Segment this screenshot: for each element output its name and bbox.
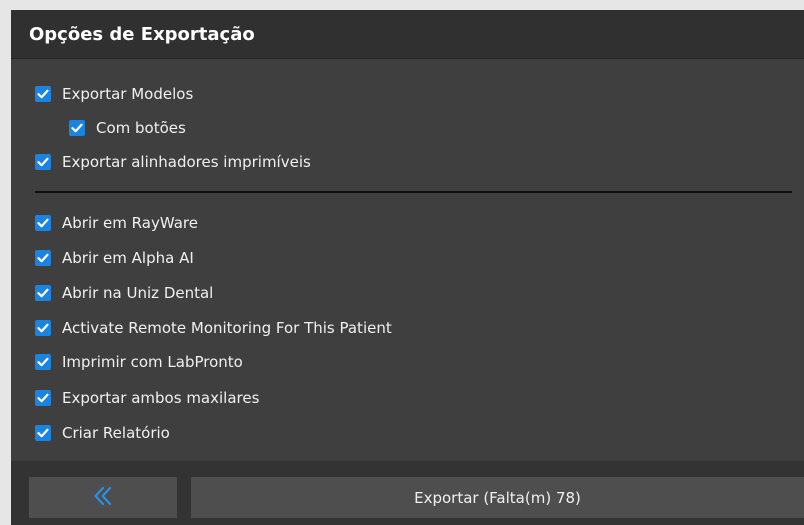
option-label: Abrir em RayWare [62, 214, 198, 232]
back-button[interactable] [29, 477, 177, 518]
section-divider [35, 191, 792, 193]
option-label: Criar Relatório [62, 424, 170, 442]
option-label: Abrir em Alpha AI [62, 249, 194, 267]
option-label: Exportar alinhadores imprimíveis [62, 153, 311, 171]
option-exportar-ambos-maxilares[interactable]: Exportar ambos maxilares [35, 388, 259, 408]
checkbox-checked-icon[interactable] [35, 154, 51, 170]
option-com-botoes[interactable]: Com botões [69, 118, 186, 138]
checkbox-checked-icon[interactable] [35, 285, 51, 301]
checkbox-checked-icon[interactable] [35, 86, 51, 102]
option-label: Abrir na Uniz Dental [62, 284, 214, 302]
option-remote-monitoring[interactable]: Activate Remote Monitoring For This Pati… [35, 318, 392, 338]
option-label: Com botões [96, 119, 186, 137]
option-imprimir-labpronto[interactable]: Imprimir com LabPronto [35, 352, 243, 372]
option-abrir-uniz-dental[interactable]: Abrir na Uniz Dental [35, 283, 213, 303]
option-label: Activate Remote Monitoring For This Pati… [62, 319, 392, 337]
option-exportar-modelos[interactable]: Exportar Modelos [35, 84, 193, 104]
dialog-footer: Exportar (Falta(m) 78) [11, 461, 804, 525]
option-criar-relatorio[interactable]: Criar Relatório [35, 423, 170, 443]
dialog-header: Opções de Exportação [11, 10, 804, 59]
option-label: Exportar ambos maxilares [62, 389, 260, 407]
checkbox-checked-icon[interactable] [35, 354, 51, 370]
export-options-dialog: Opções de Exportação Exportar Modelos Co… [11, 10, 804, 525]
dialog-title: Opções de Exportação [29, 24, 255, 45]
checkbox-checked-icon[interactable] [35, 250, 51, 266]
checkbox-checked-icon[interactable] [35, 425, 51, 441]
option-abrir-alpha-ai[interactable]: Abrir em Alpha AI [35, 248, 194, 268]
checkbox-checked-icon[interactable] [35, 390, 51, 406]
checkbox-checked-icon[interactable] [35, 215, 51, 231]
export-button-label: Exportar (Falta(m) 78) [414, 488, 581, 507]
option-exportar-alinhadores[interactable]: Exportar alinhadores imprimíveis [35, 152, 311, 172]
option-label: Imprimir com LabPronto [62, 353, 243, 371]
checkbox-checked-icon[interactable] [69, 120, 85, 136]
checkbox-checked-icon[interactable] [35, 320, 51, 336]
option-label: Exportar Modelos [62, 85, 194, 103]
export-button[interactable]: Exportar (Falta(m) 78) [191, 477, 804, 518]
option-abrir-rayware[interactable]: Abrir em RayWare [35, 213, 198, 233]
double-chevron-left-icon [92, 485, 114, 511]
